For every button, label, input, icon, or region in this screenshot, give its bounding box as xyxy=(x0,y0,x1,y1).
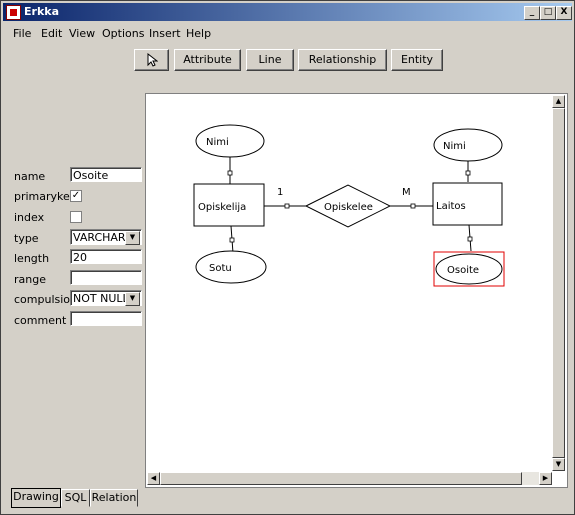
compulsion-select[interactable]: NOT NULL ▼ xyxy=(70,290,142,306)
menu-help[interactable]: Help xyxy=(186,27,211,40)
relationship-opiskelee-label: Opiskelee xyxy=(324,202,373,213)
length-field[interactable]: 20 xyxy=(70,249,142,264)
type-select-value: VARCHAR xyxy=(73,231,125,244)
comment-field[interactable] xyxy=(70,311,142,326)
maximize-button[interactable]: □ xyxy=(540,6,556,20)
name-label: name xyxy=(14,170,46,183)
connector-dot xyxy=(227,170,233,176)
menu-file[interactable]: File xyxy=(13,27,31,40)
cardinality-right: M xyxy=(402,187,411,198)
tab-sql[interactable]: SQL xyxy=(61,489,90,507)
type-label: type xyxy=(14,232,39,245)
compulsion-label: compulsion xyxy=(14,293,77,306)
er-diagram: Nimi Opiskelija Sotu 1 M Opiskelee Nimi … xyxy=(193,124,505,287)
app-icon xyxy=(6,5,21,20)
chevron-down-icon[interactable]: ▼ xyxy=(125,231,140,245)
comment-label: comment xyxy=(14,314,67,327)
range-field[interactable] xyxy=(70,270,142,285)
window-title: Erkka xyxy=(24,5,59,18)
vertical-scrollbar[interactable]: ▲ ▼ xyxy=(552,95,565,471)
vertical-scroll-thumb[interactable] xyxy=(552,108,565,458)
line-tool-button[interactable]: Line xyxy=(246,49,294,71)
connector-dot xyxy=(465,170,471,176)
length-label: length xyxy=(14,252,50,265)
compulsion-select-value: NOT NULL xyxy=(73,292,125,305)
tab-relation[interactable]: Relation xyxy=(90,489,138,507)
chevron-down-icon[interactable]: ▼ xyxy=(125,292,140,306)
scroll-left-icon[interactable]: ◀ xyxy=(147,472,160,485)
app-window: Erkka _ □ X File Edit View Options Inser… xyxy=(0,0,575,515)
attribute-sotu-label: Sotu xyxy=(209,263,232,274)
attribute-tool-button[interactable]: Attribute xyxy=(174,49,241,71)
scroll-right-icon[interactable]: ▶ xyxy=(539,472,552,485)
primarykey-checkbox[interactable]: ✓ xyxy=(70,190,82,202)
relationship-tool-button[interactable]: Relationship xyxy=(298,49,387,71)
connector-dot xyxy=(410,203,416,209)
scroll-up-icon[interactable]: ▲ xyxy=(552,95,565,108)
menu-edit[interactable]: Edit xyxy=(41,27,62,40)
index-checkbox[interactable] xyxy=(70,211,82,223)
pointer-icon xyxy=(147,52,158,67)
close-button[interactable]: X xyxy=(556,6,572,20)
menu-insert[interactable]: Insert xyxy=(149,27,181,40)
entity-laitos-label: Laitos xyxy=(436,201,466,212)
drawing-canvas[interactable]: Nimi Opiskelija Sotu 1 M Opiskelee Nimi … xyxy=(145,93,568,488)
connector-dot xyxy=(467,236,473,242)
attribute-osoite-label: Osoite xyxy=(447,265,479,276)
horizontal-scroll-thumb[interactable] xyxy=(160,472,522,485)
minimize-button[interactable]: _ xyxy=(524,6,540,20)
cardinality-left: 1 xyxy=(277,187,283,198)
index-label: index xyxy=(14,211,45,224)
connector-dot xyxy=(284,203,290,209)
horizontal-scrollbar[interactable]: ◀ ▶ xyxy=(147,472,552,485)
title-bar[interactable]: Erkka _ □ X xyxy=(3,3,572,21)
type-select[interactable]: VARCHAR ▼ xyxy=(70,229,142,245)
menu-options[interactable]: Options xyxy=(102,27,144,40)
name-field[interactable]: Osoite xyxy=(70,167,142,182)
entity-tool-button[interactable]: Entity xyxy=(391,49,443,71)
scroll-down-icon[interactable]: ▼ xyxy=(552,458,565,471)
primarykey-label: primarykey xyxy=(14,190,77,203)
attribute-nimi-right-label: Nimi xyxy=(443,141,466,152)
connector-dot xyxy=(229,237,235,243)
entity-opiskelija-label: Opiskelija xyxy=(198,202,246,213)
pointer-tool-button[interactable] xyxy=(134,49,169,71)
menu-view[interactable]: View xyxy=(69,27,95,40)
range-label: range xyxy=(14,273,46,286)
attribute-nimi-left-label: Nimi xyxy=(206,137,229,148)
tab-drawing[interactable]: Drawing xyxy=(11,488,61,508)
